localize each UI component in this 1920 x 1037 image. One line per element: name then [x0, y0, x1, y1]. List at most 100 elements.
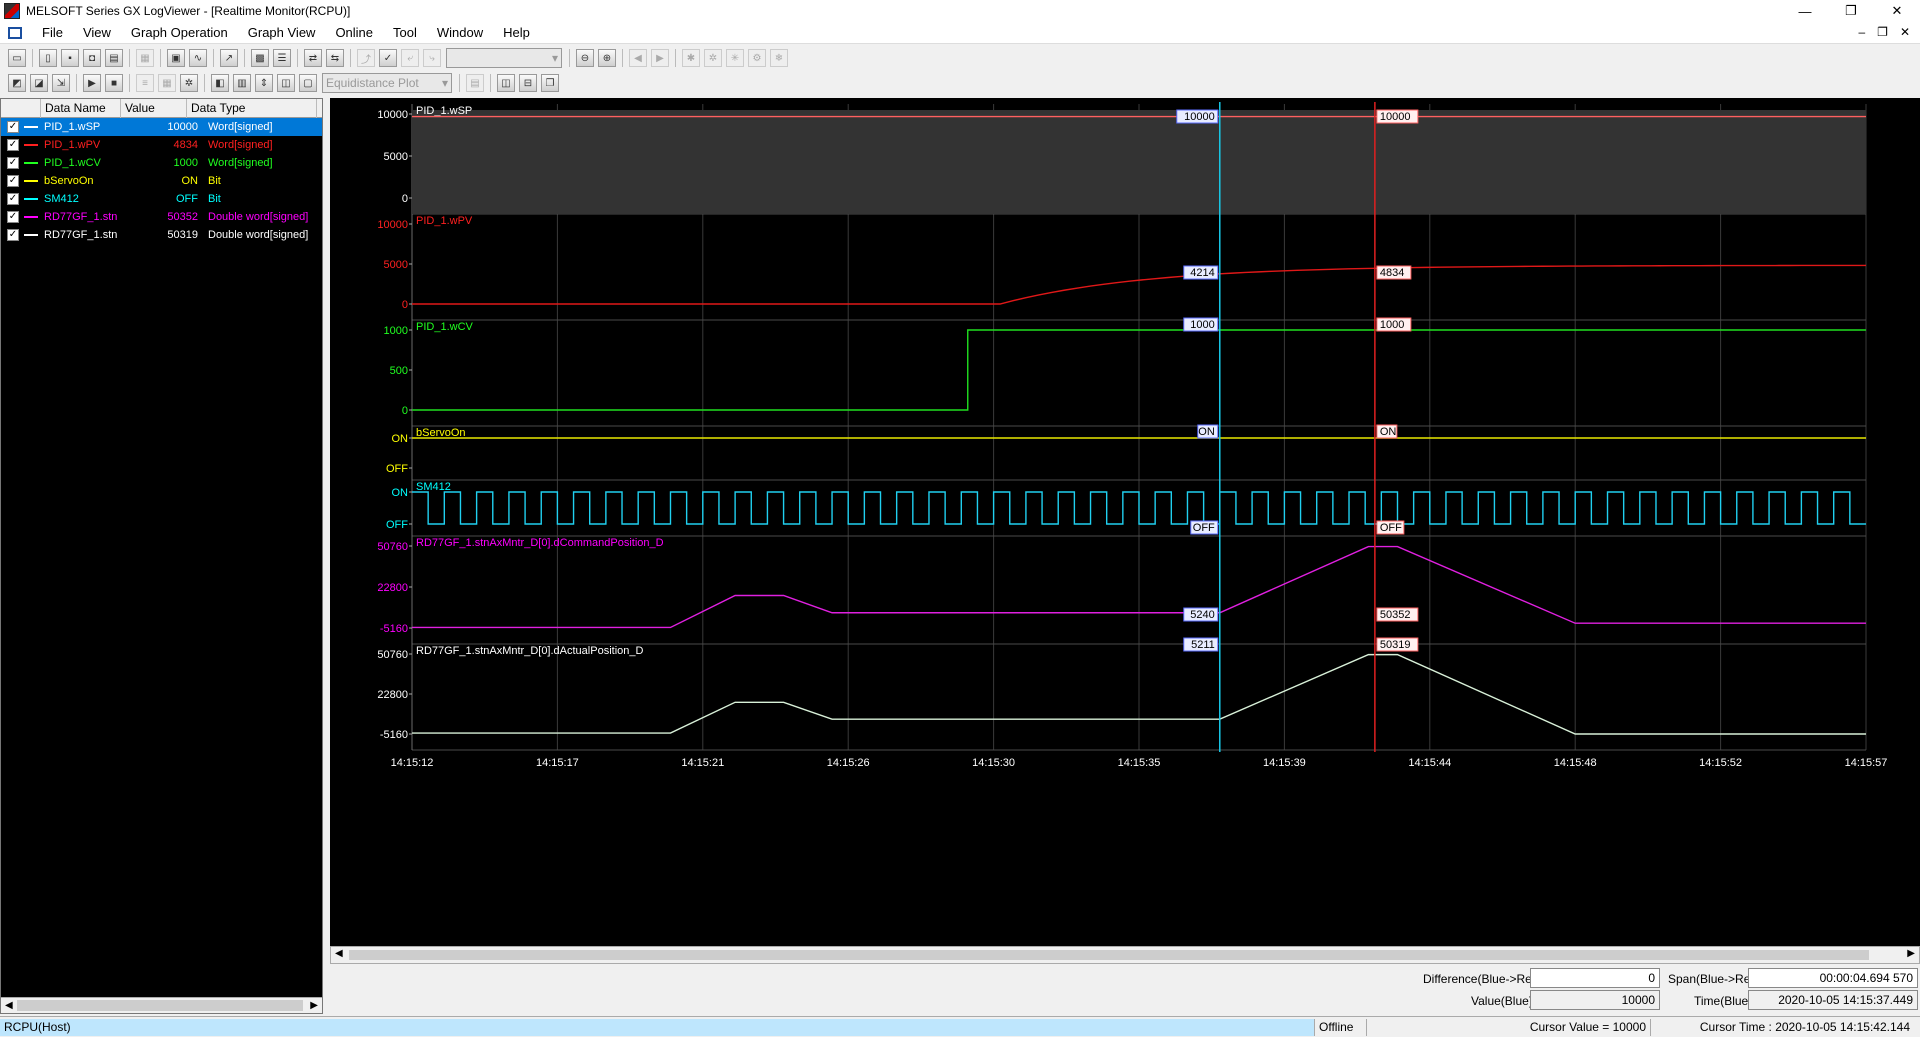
table-icon[interactable]: ▤ [466, 74, 484, 92]
capture-icon[interactable]: ◘ [83, 49, 101, 67]
rewind-icon[interactable]: ◀ [629, 49, 647, 67]
cursor-trace-icon[interactable]: ↗ [220, 49, 238, 67]
time-tick-label: 14:15:12 [391, 757, 434, 769]
graph-area[interactable]: 14:15:12 14:15:17 14:15:21 14:15:26 14:15:30… [330, 98, 1920, 946]
graph-mode-icon[interactable]: ◧ [211, 74, 229, 92]
search-back-icon[interactable]: ⤶ [401, 49, 419, 67]
time-tick-label: 14:15:35 [1118, 757, 1161, 769]
time-tick-label: 14:15:26 [827, 757, 870, 769]
header-data-name[interactable]: Data Name [41, 98, 121, 118]
series-name-label: SM412 [416, 481, 451, 493]
status-mode: Offline [1314, 1019, 1366, 1036]
stop-icon[interactable]: ■ [105, 74, 123, 92]
data-list-row[interactable]: ✓ PID_1.wCV 1000 Word[signed] [1, 154, 322, 172]
graph-scroll-thumb[interactable] [349, 950, 1869, 960]
row-value: ON [181, 175, 199, 187]
toolbar-separator [244, 49, 245, 67]
open-folder-icon[interactable]: ▭ [8, 49, 26, 67]
print-icon[interactable]: ▤ [105, 49, 123, 67]
visibility-checkbox[interactable]: ✓ [7, 175, 19, 187]
graph-scroll-right-icon[interactable]: ▶ [1907, 948, 1915, 959]
data-list-row[interactable]: ✓ bServoOn ON Bit [1, 172, 322, 190]
header-value[interactable]: Value [121, 98, 187, 118]
sync-icon[interactable]: ⇄ [304, 49, 322, 67]
header-data-type[interactable]: Data Type [187, 98, 317, 118]
visibility-checkbox[interactable]: ✓ [7, 157, 19, 169]
axis-icon[interactable]: ≡ [136, 74, 154, 92]
jump-icon[interactable]: ⤴ [357, 49, 375, 67]
scale-icon[interactable]: ✲ [180, 74, 198, 92]
marker-add-icon[interactable]: ✲ [704, 49, 722, 67]
minimize-button[interactable]: — [1782, 0, 1828, 22]
time-tick-label: 14:15:52 [1699, 757, 1742, 769]
save-icon[interactable]: ▪ [61, 49, 79, 67]
new-file-icon[interactable]: ▯ [39, 49, 57, 67]
row-data-name: RD77GF_1.stn [44, 211, 118, 223]
data-list-panel: Data Name Value Data Type ✓ PID_1.wSP 1000… [0, 98, 323, 1014]
menu-graph-operation[interactable]: Graph Operation [121, 25, 238, 40]
bar-mode-icon[interactable]: ▥ [233, 74, 251, 92]
history-icon[interactable]: ◪ [30, 74, 48, 92]
overlay-icon[interactable]: ◫ [277, 74, 295, 92]
tile-vertical-icon[interactable]: ◫ [497, 74, 515, 92]
menu-tool[interactable]: Tool [383, 25, 427, 40]
visibility-checkbox[interactable]: ✓ [7, 139, 19, 151]
visibility-checkbox[interactable]: ✓ [7, 121, 19, 133]
restore-button[interactable]: ❐ [1828, 0, 1874, 22]
graph-scrollbar[interactable]: ◀ ▶ [330, 946, 1920, 964]
title-bar: MELSOFT Series GX LogViewer - [Realtime … [0, 0, 1920, 22]
menu-file[interactable]: File [32, 25, 73, 40]
scroll-thumb[interactable] [17, 1000, 303, 1011]
search-combo[interactable]: ▾ [446, 48, 562, 68]
check-icon[interactable]: ✓ [379, 49, 397, 67]
export-icon[interactable]: ⇲ [52, 74, 70, 92]
realtime-monitor-icon[interactable]: ◩ [8, 74, 26, 92]
data-list-row[interactable]: ✓ PID_1.wPV 4834 Word[signed] [1, 136, 322, 154]
menu-online[interactable]: Online [325, 25, 383, 40]
scroll-right-icon[interactable]: ▶ [310, 1000, 318, 1011]
marker-delete-icon[interactable]: ❄ [770, 49, 788, 67]
mdi-minimize-button[interactable]: – [1858, 25, 1865, 39]
data-list-row[interactable]: ✓ RD77GF_1.stn 50352 Double word[signed] [1, 208, 322, 226]
zoom-in-icon[interactable]: ⊕ [598, 49, 616, 67]
search-forward-icon[interactable]: ⤷ [423, 49, 441, 67]
row-data-name: PID_1.wSP [44, 121, 101, 133]
zoom-out-icon[interactable]: ⊖ [576, 49, 594, 67]
visibility-checkbox[interactable]: ✓ [7, 229, 19, 241]
visibility-checkbox[interactable]: ✓ [7, 211, 19, 223]
menu-view[interactable]: View [73, 25, 121, 40]
menu-graph-view[interactable]: Graph View [238, 25, 326, 40]
sync-reverse-icon[interactable]: ⇆ [326, 49, 344, 67]
close-button[interactable]: ✕ [1874, 0, 1920, 22]
tile-horizontal-icon[interactable]: ⊟ [519, 74, 537, 92]
data-list-row[interactable]: ✓ RD77GF_1.stn 50319 Double word[signed] [1, 226, 322, 244]
menu-help[interactable]: Help [493, 25, 540, 40]
marker-icon[interactable]: ✱ [682, 49, 700, 67]
marker-edit-icon[interactable]: ✳ [726, 49, 744, 67]
plot-mode-combo[interactable]: Equidistance Plot ▾ [322, 73, 452, 93]
data-list-row[interactable]: ✓ PID_1.wSP 10000 Word[signed] [1, 118, 322, 136]
mdi-restore-button[interactable]: ❐ [1877, 25, 1888, 39]
graph-window-icon[interactable]: ▣ [167, 49, 185, 67]
start-icon[interactable]: ▶ [83, 74, 101, 92]
list-view-icon[interactable]: ☰ [273, 49, 291, 67]
split-icon[interactable]: ⇕ [255, 74, 273, 92]
grid-icon[interactable]: ▦ [158, 74, 176, 92]
frame-icon[interactable]: ▢ [299, 74, 317, 92]
layout-icon[interactable]: ▦ [136, 49, 154, 67]
cascade-icon[interactable]: ❐ [541, 74, 559, 92]
data-list-row[interactable]: ✓ SM412 OFF Bit [1, 190, 322, 208]
fast-forward-icon[interactable]: ▶ [651, 49, 669, 67]
document-icon[interactable] [8, 26, 22, 39]
graph-scroll-left-icon[interactable]: ◀ [335, 948, 343, 959]
trend-icon[interactable]: ∿ [189, 49, 207, 67]
chart-view-icon[interactable]: ▩ [251, 49, 269, 67]
trend-graph[interactable]: 14:15:12 14:15:17 14:15:21 14:15:26 14:15:30… [330, 98, 1920, 946]
y-tick-label: 0 [402, 299, 408, 311]
scroll-left-icon[interactable]: ◀ [5, 1000, 13, 1011]
data-list-scrollbar[interactable]: ◀ ▶ [1, 997, 322, 1013]
marker-settings-icon[interactable]: ⚙ [748, 49, 766, 67]
mdi-close-button[interactable]: ✕ [1900, 25, 1910, 39]
visibility-checkbox[interactable]: ✓ [7, 193, 19, 205]
menu-window[interactable]: Window [427, 25, 493, 40]
